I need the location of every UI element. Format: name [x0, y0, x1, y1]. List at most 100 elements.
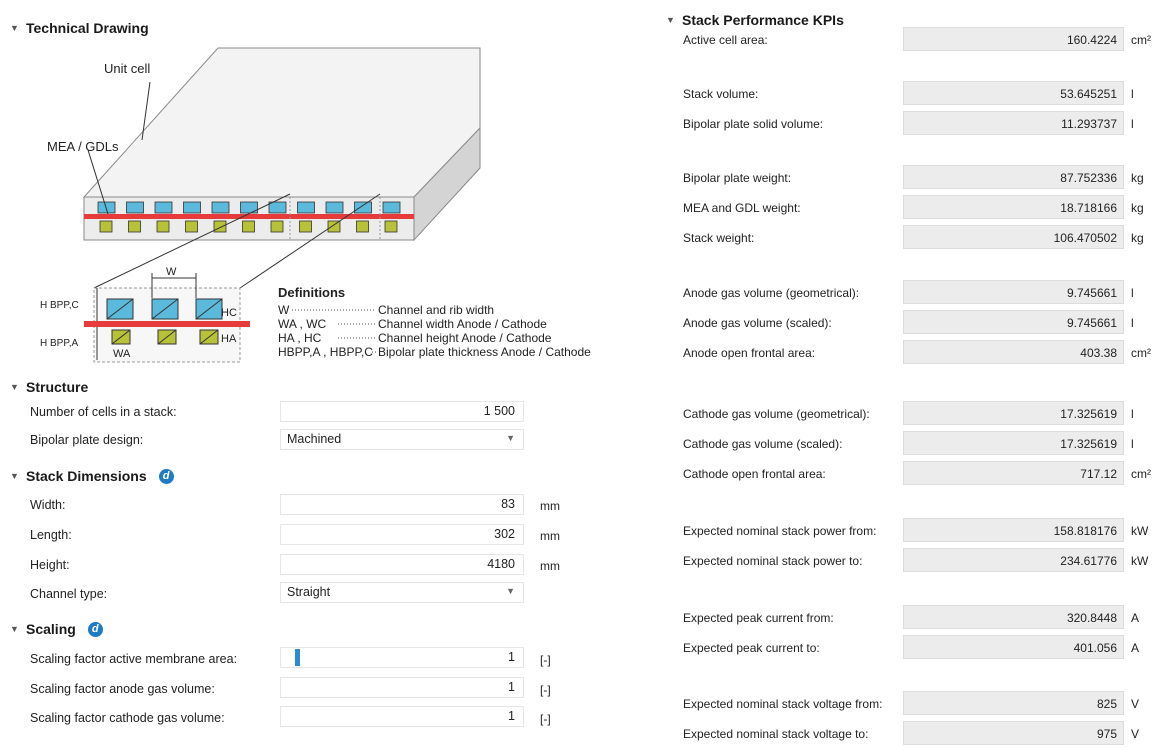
def-sym: W	[278, 303, 290, 317]
kpi-label: Expected peak current from:	[683, 611, 834, 625]
width-unit: mm	[540, 499, 560, 513]
kpi-value: 53.645251	[903, 81, 1124, 105]
structure-header[interactable]: ▼ Structure	[10, 379, 88, 395]
scaling-header[interactable]: ▼ Scaling d	[10, 621, 103, 637]
kpi-label: Cathode gas volume (scaled):	[683, 437, 843, 451]
kpi-label: Expected nominal stack power to:	[683, 554, 863, 568]
width-label: Width:	[30, 498, 66, 512]
def-desc: Bipolar plate thickness Anode / Cathode	[378, 345, 591, 359]
bpp-design-select[interactable]: Machined ▼	[280, 429, 524, 450]
kpi-value: 234.61776	[903, 548, 1124, 572]
kpi-unit: V	[1131, 727, 1140, 741]
def-sym: HBPP,A , HBPP,C	[278, 345, 373, 359]
height-input[interactable]: 4180	[280, 554, 524, 575]
channel-type-label: Channel type:	[30, 587, 108, 601]
collapse-triangle-icon[interactable]: ▼	[10, 23, 20, 33]
length-label: Length:	[30, 528, 72, 542]
height-label: Height:	[30, 558, 70, 572]
kpi-unit: A	[1131, 641, 1140, 655]
kpi-header[interactable]: ▼ Stack Performance KPIs	[666, 12, 844, 28]
channel-type-value: Straight	[287, 585, 331, 599]
kpi-unit: kW	[1131, 524, 1149, 538]
kpi-label: Active cell area:	[683, 33, 768, 47]
kpi-value: 403.38	[903, 340, 1124, 364]
kpi-unit: cm²	[1131, 346, 1151, 360]
info-icon[interactable]: d	[158, 468, 174, 484]
kpi-value: 9.745661	[903, 280, 1124, 304]
membrane-scaling-slider-handle[interactable]	[295, 649, 300, 666]
kpi-unit: A	[1131, 611, 1140, 625]
width-input[interactable]: 83	[280, 494, 524, 515]
definitions-list: W Channel and rib width WA , WC Channel …	[278, 303, 591, 359]
bpp-design-label: Bipolar plate design:	[30, 433, 144, 447]
kpi-unit: cm²	[1131, 467, 1151, 481]
def-desc: Channel width Anode / Cathode	[378, 317, 547, 331]
chevron-down-icon: ▼	[506, 433, 515, 443]
kpi-label: Anode open frontal area:	[683, 346, 816, 360]
anode-scaling-unit: [-]	[540, 683, 551, 697]
kpi-unit: l	[1131, 437, 1134, 451]
kpi-label: Stack weight:	[683, 231, 755, 245]
kpi-value: 11.293737	[903, 111, 1124, 135]
bpp-design-value: Machined	[287, 432, 342, 446]
kpi-value: 320.8448	[903, 605, 1124, 629]
chevron-down-icon: ▼	[506, 586, 515, 596]
kpi-value: 401.056	[903, 635, 1124, 659]
kpi-label: Cathode open frontal area:	[683, 467, 826, 481]
kpi-unit: kg	[1131, 231, 1144, 245]
collapse-triangle-icon[interactable]: ▼	[10, 471, 20, 481]
collapse-triangle-icon[interactable]: ▼	[10, 624, 20, 634]
anode-scaling-input[interactable]: 1	[280, 677, 524, 698]
hbppc-label: H BPP,C	[40, 300, 79, 311]
def-desc: Channel and rib width	[378, 303, 494, 317]
cathode-scaling-unit: [-]	[540, 712, 551, 726]
kpi-value: 825	[903, 691, 1124, 715]
kpi-label: Expected peak current to:	[683, 641, 820, 655]
kpi-label: Expected nominal stack voltage from:	[683, 697, 883, 711]
kpi-unit: l	[1131, 316, 1134, 330]
membrane-scaling-label: Scaling factor active membrane area:	[30, 652, 238, 666]
kpi-unit: kg	[1131, 171, 1144, 185]
kpi-unit: l	[1131, 407, 1134, 421]
cathode-scaling-input[interactable]: 1	[280, 706, 524, 727]
stack-dimensions-header[interactable]: ▼ Stack Dimensions d	[10, 468, 174, 484]
kpi-value: 87.752336	[903, 165, 1124, 189]
def-desc: Channel height Anode / Cathode	[378, 331, 552, 345]
technical-drawing-header[interactable]: ▼ Technical Drawing	[10, 20, 149, 36]
cells-label: Number of cells in a stack:	[30, 405, 177, 419]
kpi-label: Bipolar plate weight:	[683, 171, 792, 185]
length-input[interactable]: 302	[280, 524, 524, 545]
kpi-value: 717.12	[903, 461, 1124, 485]
anode-scaling-label: Scaling factor anode gas volume:	[30, 682, 215, 696]
kpi-value: 9.745661	[903, 310, 1124, 334]
def-sym: WA , WC	[278, 317, 327, 331]
membrane-scaling-input[interactable]: 1	[280, 647, 524, 668]
length-unit: mm	[540, 529, 560, 543]
collapse-triangle-icon[interactable]: ▼	[666, 15, 676, 25]
membrane-scaling-unit: [-]	[540, 653, 551, 667]
w-dimension-label: W	[166, 266, 177, 278]
kpi-unit: kW	[1131, 554, 1149, 568]
kpi-label: Expected nominal stack voltage to:	[683, 727, 869, 741]
mea-gdl-label: MEA / GDLs	[47, 139, 119, 154]
cells-input[interactable]: 1 500	[280, 401, 524, 422]
kpi-label: Anode gas volume (scaled):	[683, 316, 832, 330]
kpi-value: 975	[903, 721, 1124, 745]
collapse-triangle-icon[interactable]: ▼	[10, 382, 20, 392]
kpi-label: Anode gas volume (geometrical):	[683, 286, 860, 300]
kpi-label: Stack volume:	[683, 87, 759, 101]
definitions-title: Definitions	[278, 285, 345, 300]
kpi-unit: V	[1131, 697, 1140, 711]
unit-cell-label: Unit cell	[104, 61, 150, 76]
kpi-label: Bipolar plate solid volume:	[683, 117, 824, 131]
channel-type-select[interactable]: Straight ▼	[280, 582, 524, 603]
height-unit: mm	[540, 559, 560, 573]
kpi-value: 17.325619	[903, 401, 1124, 425]
kpi-unit: l	[1131, 117, 1134, 131]
kpi-unit: l	[1131, 87, 1134, 101]
def-sym: HA , HC	[278, 331, 322, 345]
technical-drawing-figure: Unit cell MEA / GDLs W H BPP,C H BPP,A H…	[40, 47, 591, 363]
info-icon[interactable]: d	[87, 621, 103, 637]
kpi-value: 18.718166	[903, 195, 1124, 219]
kpi-value: 17.325619	[903, 431, 1124, 455]
